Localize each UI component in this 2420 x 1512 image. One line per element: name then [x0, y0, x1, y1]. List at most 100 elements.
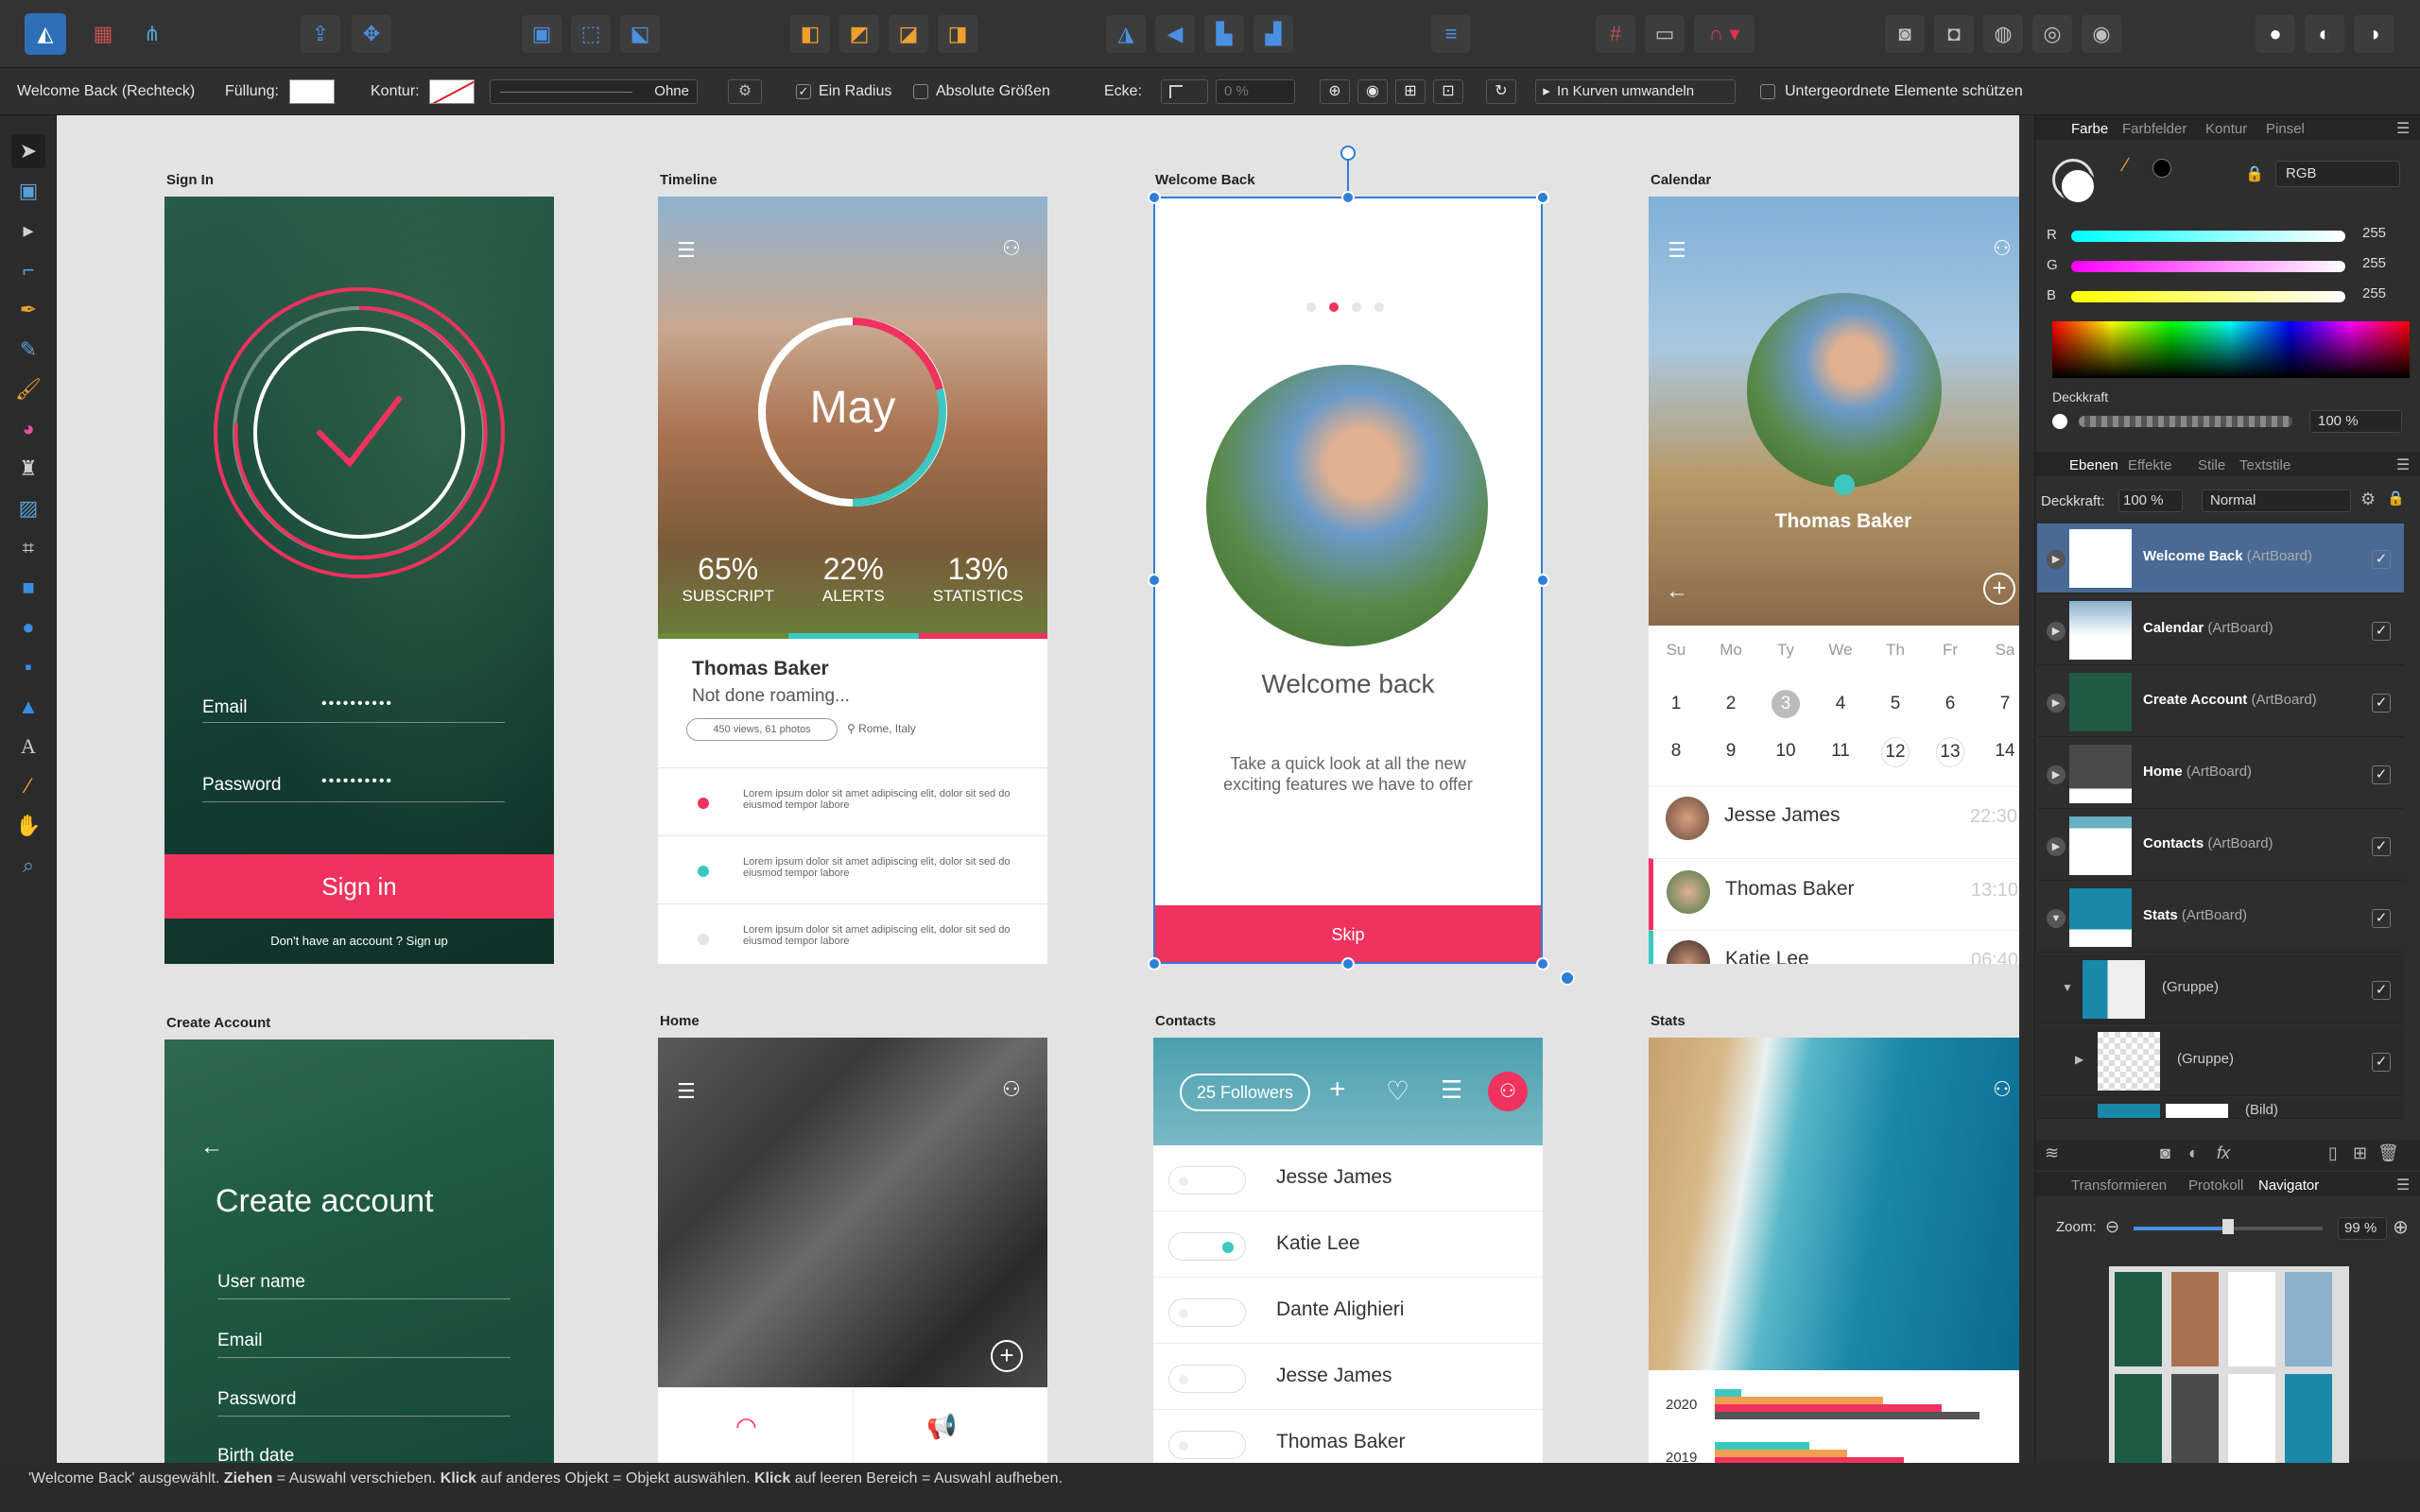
layer-home[interactable]: ▶ Home (ArtBoard) ✓	[2037, 739, 2404, 809]
protect-children-checkbox[interactable]	[1760, 84, 1775, 99]
list-item[interactable]: Katie Lee	[1153, 1211, 1543, 1278]
corner-tool-icon[interactable]: ⌐	[11, 253, 45, 287]
artboard-label-welcome[interactable]: Welcome Back	[1155, 172, 1255, 188]
fx-icon[interactable]: fx	[2217, 1143, 2230, 1163]
expand-icon[interactable]: ▶	[2047, 550, 2066, 569]
layer-opacity-field[interactable]: 100 %	[2118, 490, 2183, 512]
visibility-checkbox[interactable]: ✓	[2372, 981, 2391, 1000]
artboard-calendar[interactable]: ☰ ⚇ Thomas Baker ← + Su Mo Ty We Th Fr Sa 1234…	[1649, 197, 2019, 964]
user-icon[interactable]: ⚇	[1488, 1072, 1528, 1111]
calendar-day[interactable]: 5	[1868, 690, 1923, 718]
view-c-icon[interactable]: ◑	[2354, 15, 2394, 53]
back-arrow-icon[interactable]: ←	[200, 1134, 223, 1160]
password-field[interactable]: Password	[217, 1389, 296, 1410]
move-tool-icon[interactable]: ➤	[11, 134, 45, 168]
ellipse-tool-icon[interactable]: ●	[11, 610, 45, 644]
rotate-handle[interactable]	[1340, 146, 1356, 161]
artboard-contacts[interactable]: 25 Followers + ♡ ☰ ⚇ Jesse James Katie L…	[1153, 1038, 1543, 1463]
expand-icon[interactable]: ▶	[2047, 694, 2066, 713]
list-item[interactable]: Jesse James	[1153, 1344, 1543, 1410]
birthdate-field[interactable]: Birth date	[217, 1446, 294, 1463]
refresh-icon[interactable]: ↻	[1486, 79, 1516, 104]
artboard-tool-icon[interactable]: ▣	[11, 174, 45, 208]
skip-button[interactable]: Skip	[1153, 905, 1543, 964]
eye-icon[interactable]: ◉	[1357, 79, 1388, 104]
b-slider[interactable]	[2071, 291, 2345, 302]
corner-handle[interactable]	[1560, 971, 1575, 986]
new-layer-icon[interactable]: ▯	[2328, 1143, 2338, 1163]
resize-handle[interactable]	[1148, 574, 1161, 587]
artboard-timeline[interactable]: ☰ ⚇ May 65% SUBSCRIPT 22% ALERTS 13% STATIS…	[658, 197, 1047, 964]
toggle[interactable]	[1168, 1298, 1246, 1327]
layer-group[interactable]: ▶ (Gruppe) ✓	[2037, 1026, 2404, 1096]
signup-link[interactable]: Don't have an account ? Sign up	[164, 934, 554, 948]
calendar-day[interactable]: 4	[1813, 690, 1868, 718]
expand-icon[interactable]: ▶	[2047, 837, 2066, 856]
tab-color[interactable]: Farbe	[2071, 121, 2108, 137]
collapse-icon[interactable]: ▼	[2047, 909, 2066, 928]
r-value[interactable]: 255	[2362, 225, 2386, 241]
corner-type-select[interactable]	[1161, 79, 1208, 104]
tab-swatches[interactable]: Farbfelder	[2122, 121, 2187, 137]
boolean-divide-icon[interactable]: ◉	[2082, 15, 2121, 53]
zoom-in-icon[interactable]: ⊕	[2393, 1215, 2409, 1239]
list-item[interactable]: Thomas Baker	[1153, 1410, 1543, 1463]
resize-handle[interactable]	[1536, 574, 1549, 587]
flip-h-icon[interactable]: ◮	[1106, 15, 1146, 53]
artboard-create[interactable]: ← Create account User name Email Passwor…	[164, 1040, 554, 1463]
group-icon[interactable]: ⊞	[2353, 1143, 2367, 1163]
expand-icon[interactable]: ▶	[2047, 622, 2066, 641]
visibility-checkbox[interactable]: ✓	[2372, 1053, 2391, 1072]
menu-icon[interactable]: ☰	[677, 238, 696, 263]
boolean-intersect-icon[interactable]: ◍	[1983, 15, 2023, 53]
calendar-day[interactable]: 13	[1936, 737, 1964, 767]
share-icon[interactable]: ⇪	[301, 15, 340, 53]
pencil-tool-icon[interactable]: ✎	[11, 333, 45, 367]
tab-styles[interactable]: Stile	[2198, 457, 2225, 473]
user-icon[interactable]: ⚇	[1002, 1077, 1021, 1102]
tab-transform[interactable]: Transformieren	[2071, 1177, 2167, 1194]
resize-handle[interactable]	[1341, 191, 1355, 204]
tab-navigator[interactable]: Navigator	[2258, 1177, 2319, 1194]
password-field[interactable]: ••••••••••	[321, 773, 393, 790]
tab-textstyles[interactable]: Textstile	[2239, 457, 2290, 473]
b-value[interactable]: 255	[2362, 285, 2386, 301]
color-model-select[interactable]: RGB	[2275, 161, 2400, 187]
snapping-icon[interactable]: #	[1596, 15, 1635, 53]
arrange-front-icon[interactable]: ◧	[790, 15, 830, 53]
visibility-checkbox[interactable]: ✓	[2372, 550, 2391, 569]
artboard-signin[interactable]: Email •••••••••• Password •••••••••• Sig…	[164, 197, 554, 964]
layers-stack-icon[interactable]: ≋	[2045, 1143, 2059, 1163]
align-nodes-icon[interactable]: ⊞	[1395, 79, 1426, 104]
calendar-day[interactable]: 12	[1881, 737, 1910, 767]
artboard-welcome[interactable]: Welcome back Take a quick look at all th…	[1153, 197, 1543, 964]
expand-icon[interactable]: ▶	[2047, 765, 2066, 784]
hand-tool-icon[interactable]: ✋	[11, 809, 45, 843]
resize-handle[interactable]	[1148, 191, 1161, 204]
fill-color-well[interactable]	[2060, 168, 2096, 204]
crop-tool-icon[interactable]: ⌗	[11, 531, 45, 565]
corner-value-field[interactable]: 0 %	[1216, 79, 1295, 104]
megaphone-icon[interactable]: 📢	[926, 1412, 957, 1441]
tab-layers[interactable]: Ebenen	[2069, 457, 2118, 473]
artboard-label-create[interactable]: Create Account	[166, 1015, 270, 1031]
speedometer-icon[interactable]: ◠	[735, 1412, 757, 1441]
arrow-left-icon[interactable]: ←	[1666, 578, 1688, 605]
add-icon[interactable]: +	[991, 1340, 1023, 1372]
email-field[interactable]: ••••••••••	[321, 696, 393, 713]
g-value[interactable]: 255	[2362, 255, 2386, 271]
calendar-day[interactable]: 1	[1649, 690, 1703, 718]
signin-button[interactable]: Sign in	[164, 854, 554, 919]
calendar-day[interactable]: 10	[1758, 737, 1813, 767]
calendar-day[interactable]: 8	[1649, 737, 1703, 767]
zoom-thumb[interactable]	[2222, 1219, 2234, 1234]
visibility-checkbox[interactable]: ✓	[2372, 622, 2391, 641]
opacity-field[interactable]: 100 %	[2309, 410, 2402, 433]
crosshair-icon[interactable]: ⊕	[1320, 79, 1350, 104]
color-picker-icon[interactable]: ⁄	[2124, 155, 2127, 177]
color-spectrum[interactable]	[2052, 321, 2410, 378]
resize-handle[interactable]	[1341, 957, 1355, 971]
calendar-day[interactable]: 14	[1978, 737, 2019, 767]
stroke-swatch[interactable]	[429, 79, 475, 104]
r-slider[interactable]	[2071, 231, 2345, 242]
